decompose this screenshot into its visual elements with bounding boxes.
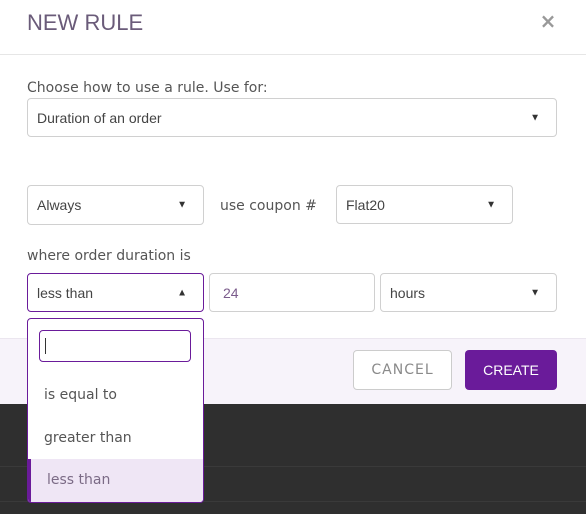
operator-dropdown: is equal to greater than less than (27, 318, 204, 503)
use-for-select[interactable]: Duration of an order ▼ (27, 98, 557, 137)
use-for-label: Choose how to use a rule. Use for: (27, 80, 268, 96)
close-icon[interactable]: × (538, 10, 558, 32)
operator-value: less than (37, 284, 94, 301)
duration-label: where order duration is (27, 248, 191, 264)
text-cursor (45, 338, 46, 354)
dropdown-option[interactable]: greater than (28, 417, 203, 460)
modal-header: NEW RULE × (0, 0, 586, 55)
dropdown-search-input[interactable] (39, 330, 191, 362)
coupon-label: use coupon # (220, 198, 317, 214)
cancel-button[interactable]: CANCEL (353, 350, 452, 390)
chevron-up-icon: ▲ (177, 287, 187, 298)
chevron-down-icon: ▼ (530, 112, 540, 123)
use-for-value: Duration of an order (37, 109, 162, 126)
coupon-value: Flat20 (346, 196, 385, 213)
frequency-value: Always (37, 197, 82, 213)
dropdown-option-selected[interactable]: less than (28, 459, 203, 502)
chevron-down-icon: ▼ (486, 199, 496, 210)
dropdown-option[interactable]: is equal to (28, 374, 203, 417)
coupon-select[interactable]: Flat20 ▼ (336, 185, 513, 224)
chevron-down-icon: ▼ (530, 287, 540, 298)
frequency-select[interactable]: Always ▼ (27, 185, 204, 225)
create-button[interactable]: CREATE (465, 350, 557, 390)
duration-value-input[interactable]: 24 (209, 273, 375, 312)
unit-value: hours (390, 284, 426, 301)
chevron-down-icon: ▼ (177, 199, 187, 211)
modal-title: NEW RULE (27, 10, 144, 35)
operator-select[interactable]: less than ▲ (27, 273, 204, 312)
duration-value: 24 (223, 284, 239, 301)
unit-select[interactable]: hours ▼ (380, 273, 557, 312)
